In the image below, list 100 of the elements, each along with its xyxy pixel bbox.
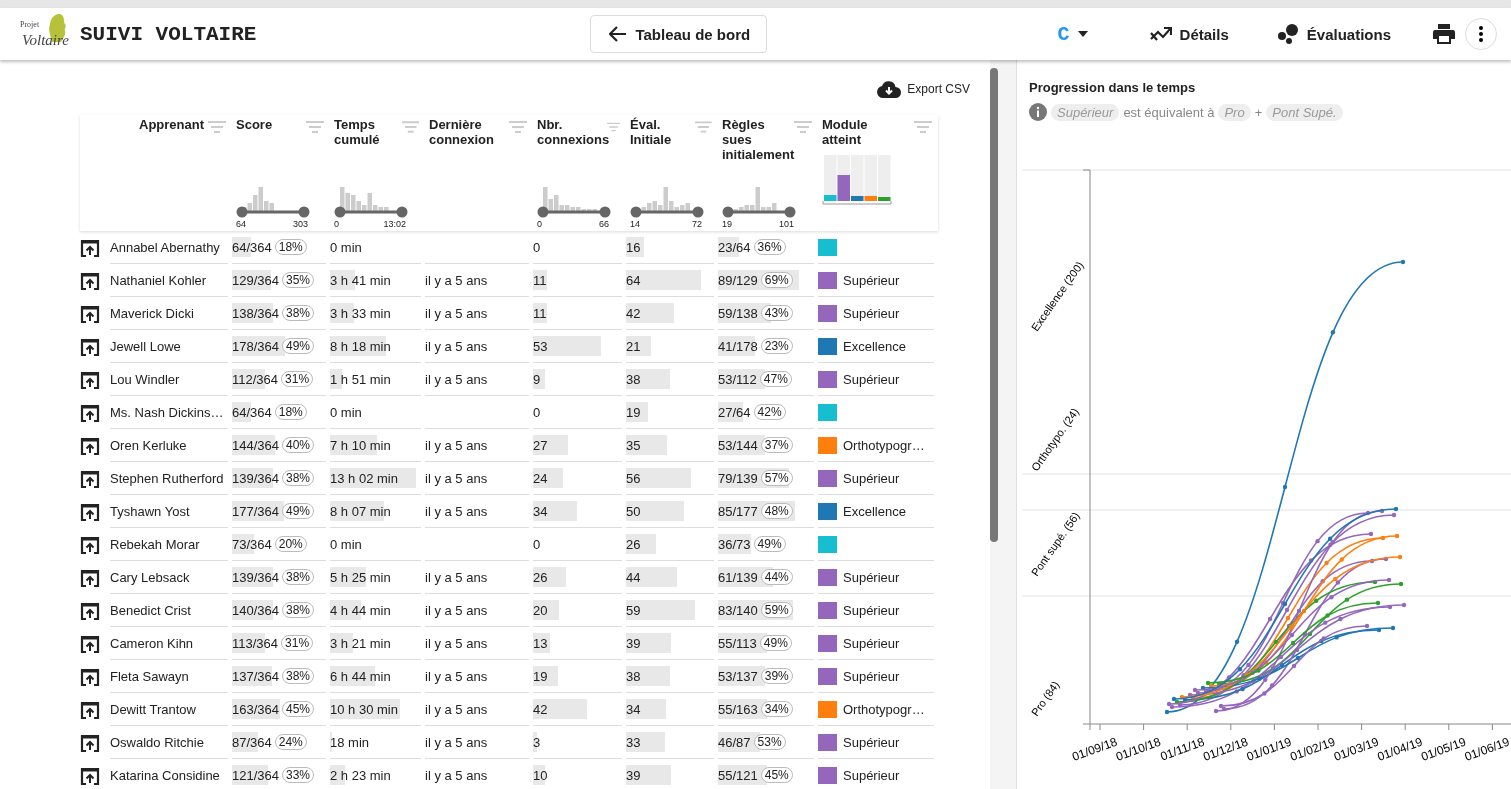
column-header[interactable]: Règles sues initialement: [722, 117, 792, 162]
open-box-icon[interactable]: [80, 667, 100, 686]
cell-text: Supérieur: [843, 635, 900, 651]
cell-text: 163/364: [232, 701, 279, 717]
percent-badge: 38%: [282, 470, 315, 486]
column-header[interactable]: Apprenant: [114, 117, 204, 132]
column-header[interactable]: Dernière connexion: [429, 117, 499, 147]
app-title: SUIVI VOLTAIRE: [80, 22, 257, 46]
percent-badge: 18%: [274, 239, 307, 255]
range-min: 0: [537, 219, 542, 229]
cell-text: Supérieur: [843, 602, 900, 618]
column-header[interactable]: Nbr. connexions: [537, 117, 607, 147]
cell-text: 79/139: [718, 470, 758, 486]
range-max: 66: [599, 219, 609, 229]
percent-badge: 38%: [282, 305, 315, 321]
cell-text: 19: [533, 668, 548, 684]
cell-text: il y a 5 ans: [425, 668, 488, 684]
percent-badge: 47%: [759, 371, 792, 387]
open-box-icon[interactable]: [80, 700, 100, 719]
percent-badge: 45%: [282, 701, 315, 717]
open-box-icon[interactable]: [80, 304, 100, 323]
scrollbar[interactable]: [990, 68, 998, 542]
open-box-icon[interactable]: [80, 634, 100, 653]
cell-text: 39: [626, 635, 641, 651]
open-box-icon[interactable]: [80, 271, 100, 290]
cell-text: 13: [533, 635, 548, 651]
percent-badge: 31%: [281, 635, 314, 651]
open-box-icon[interactable]: [80, 469, 100, 488]
cell-text: 35: [626, 437, 641, 453]
cell-text: Orthotypogr…: [843, 701, 925, 717]
cell-text: Excellence: [843, 338, 906, 354]
percent-badge: 38%: [282, 569, 315, 585]
percent-badge: 18%: [274, 404, 307, 420]
cell-text: 6 h 44 min: [330, 668, 391, 684]
cell-text: 139/364: [232, 470, 279, 486]
percent-badge: 38%: [282, 668, 315, 684]
cell-text: Katarina Considine: [110, 767, 220, 783]
percent-badge: 33%: [282, 767, 315, 783]
cell-text: 64: [626, 272, 641, 288]
more-button[interactable]: [1465, 18, 1497, 50]
cell-text: 38: [626, 371, 641, 387]
column-header[interactable]: Éval. Initiale: [630, 117, 696, 147]
cell-text: 8 h 18 min: [330, 338, 391, 354]
cell-text: 178/364: [232, 338, 279, 354]
percent-badge: 20%: [274, 536, 307, 552]
percent-badge: 57%: [760, 470, 793, 486]
logo-text: Voltaire: [22, 32, 69, 49]
range-min: 19: [722, 219, 732, 229]
cell-text: 3: [533, 734, 541, 750]
dots-icon: [1276, 24, 1299, 44]
cell-text: 2 h 23 min: [330, 767, 391, 783]
open-box-icon[interactable]: [80, 502, 100, 521]
open-box-icon[interactable]: [80, 766, 100, 785]
cell-text: 41/178: [718, 338, 758, 354]
cell-text: Rebekah Morar: [110, 536, 200, 552]
cell-text: 11: [533, 272, 547, 288]
percent-badge: 45%: [760, 767, 793, 783]
cell-text: 34: [533, 503, 548, 519]
open-box-icon[interactable]: [80, 733, 100, 752]
module-chip: Pro: [1218, 103, 1251, 121]
cell-text: 55/163: [718, 701, 758, 717]
column-header[interactable]: Module atteint: [822, 117, 892, 147]
back-button[interactable]: Tableau de bord: [590, 15, 768, 53]
cell-text: 53: [533, 338, 548, 354]
open-box-icon[interactable]: [80, 403, 100, 422]
cell-text: 59: [626, 602, 641, 618]
cell-text: il y a 5 ans: [425, 371, 488, 387]
cell-text: 73/364: [232, 536, 272, 552]
cell-text: Supérieur: [843, 734, 900, 750]
cell-text: 36/73: [718, 536, 751, 552]
cell-text: 140/364: [232, 602, 279, 618]
cell-text: 0 min: [330, 536, 362, 552]
caret-icon: [1077, 31, 1088, 37]
cell-text: 33: [626, 734, 641, 750]
percent-badge: 53%: [753, 734, 786, 750]
cell-text: Lou Windler: [110, 371, 180, 387]
cell-text: Maverick Dicki: [110, 305, 194, 321]
cell-text: Supérieur: [843, 767, 900, 783]
open-box-icon[interactable]: [80, 370, 100, 389]
cell-text: 144/364: [232, 437, 279, 453]
export-button[interactable]: Export CSV: [871, 78, 976, 100]
percent-badge: 42%: [753, 404, 786, 420]
cell-text: 34: [626, 701, 641, 717]
column-header[interactable]: Temps cumulé: [334, 117, 402, 147]
open-box-icon[interactable]: [80, 337, 100, 356]
cell-text: Oswaldo Ritchie: [110, 734, 204, 750]
column-header[interactable]: Score: [236, 117, 306, 132]
open-box-icon[interactable]: [80, 568, 100, 587]
toolbar-button[interactable]: Détails: [1143, 24, 1235, 44]
open-box-icon[interactable]: [80, 601, 100, 620]
cell-text: il y a 5 ans: [425, 734, 488, 750]
cell-text: 138/364: [232, 305, 279, 321]
cell-text: 0 min: [330, 239, 362, 255]
open-box-icon[interactable]: [80, 535, 100, 554]
cell-text: 53/144: [718, 437, 758, 453]
print-button[interactable]: [1433, 24, 1455, 44]
cell-text: 137/364: [232, 668, 279, 684]
open-box-icon[interactable]: [80, 436, 100, 455]
open-box-icon[interactable]: [80, 238, 100, 257]
toolbar-button[interactable]: Évaluations: [1270, 23, 1397, 45]
